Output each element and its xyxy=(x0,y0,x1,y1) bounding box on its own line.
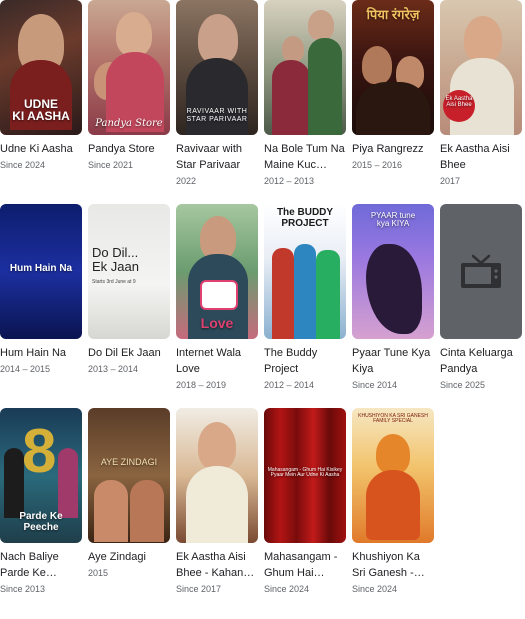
poster-title-text: KHUSHIYON KA SRI GANESH FAMILY SPECIAL xyxy=(358,413,428,425)
show-title[interactable]: Mahasangam - Ghum Hai… xyxy=(264,549,346,581)
poster-placeholder[interactable] xyxy=(440,204,522,339)
show-title[interactable]: Nach Baliye Parde Ke… xyxy=(0,549,82,581)
poster-title-text: AYE ZINDAGI xyxy=(100,457,158,467)
show-title[interactable]: Ek Aastha Aisi Bhee xyxy=(440,141,522,173)
poster-image[interactable]: Pandya Store xyxy=(88,0,170,135)
poster-title-text: Do Dil... Ek Jaan xyxy=(92,245,139,274)
show-card-mahasangam[interactable]: Mahasangam - Ghum Hai Kisikey Pyaar Mein… xyxy=(264,408,346,595)
show-grid: UDNE KI AASHA Udne Ki Aasha Since 2024 P… xyxy=(0,0,525,619)
show-card-cinta-keluarga-pandya[interactable]: Cinta Keluarga Pandya Since 2025 xyxy=(440,204,522,391)
show-card-piya-rangrezz[interactable]: पिया रंगरेज़ Piya Rangrezz 2015 – 2016 xyxy=(352,0,434,171)
show-card-ek-aastha-kahani[interactable]: Ek Aastha Aisi Bhee - Kahan… Since 2017 xyxy=(176,408,258,595)
poster-title-text: Pandya Store xyxy=(95,117,163,129)
show-year: Since 2024 xyxy=(264,584,310,594)
show-year: Since 2024 xyxy=(352,584,398,594)
poster-image[interactable]: The BUDDY PROJECT xyxy=(264,204,346,339)
poster-title-text: Love xyxy=(200,315,234,331)
show-title[interactable]: Pandya Store xyxy=(88,141,170,157)
show-year: Since 2021 xyxy=(88,160,134,170)
show-card-aye-zindagi[interactable]: AYE ZINDAGI Aye Zindagi 2015 xyxy=(88,408,170,579)
show-title[interactable]: Udne Ki Aasha xyxy=(0,141,82,157)
poster-image[interactable]: Do Dil... Ek Jaan Starts 3rd June at 9 xyxy=(88,204,170,339)
show-card-ek-aastha-aisi-bhee[interactable]: Ek Aastha Aisi Bhee Ek Aastha Aisi Bhee … xyxy=(440,0,522,187)
poster-title-text: Parde Ke Peeche xyxy=(19,511,63,533)
show-card-the-buddy-project[interactable]: The BUDDY PROJECT The Buddy Project 2012… xyxy=(264,204,346,391)
poster-image[interactable]: UDNE KI AASHA xyxy=(0,0,82,135)
show-title[interactable]: Ravivaar with Star Parivaar xyxy=(176,141,258,173)
poster-title-text: Ek Aastha Aisi Bhee xyxy=(445,96,473,109)
show-year: 2017 xyxy=(440,176,461,186)
poster-image[interactable]: KHUSHIYON KA SRI GANESH FAMILY SPECIAL xyxy=(352,408,434,543)
poster-title-text: Hum Hain Na xyxy=(9,263,73,274)
show-title[interactable]: Hum Hain Na xyxy=(0,345,82,361)
poster-title-text: Mahasangam - Ghum Hai Kisikey Pyaar Mein… xyxy=(267,467,343,479)
poster-image[interactable] xyxy=(176,408,258,543)
poster-image[interactable]: Mahasangam - Ghum Hai Kisikey Pyaar Mein… xyxy=(264,408,346,543)
show-card-do-dil-ek-jaan[interactable]: Do Dil... Ek Jaan Starts 3rd June at 9 D… xyxy=(88,204,170,375)
show-card-pandya-store[interactable]: Pandya Store Pandya Store Since 2021 xyxy=(88,0,170,171)
poster-image[interactable]: PYAAR tune kya KIYA xyxy=(352,204,434,339)
show-year: 2013 – 2014 xyxy=(88,364,139,374)
show-card-nach-baliye[interactable]: 8 Parde Ke Peeche Nach Baliye Parde Ke… … xyxy=(0,408,82,595)
show-year: 2012 – 2014 xyxy=(264,380,315,390)
show-title[interactable]: Aye Zindagi xyxy=(88,549,170,565)
poster-image[interactable]: 8 Parde Ke Peeche xyxy=(0,408,82,543)
show-year: Since 2017 xyxy=(176,584,222,594)
poster-title-text: PYAAR tune kya KIYA xyxy=(370,211,416,229)
tv-icon xyxy=(461,254,501,288)
poster-image[interactable]: पिया रंगरेज़ xyxy=(352,0,434,135)
poster-image[interactable]: Love xyxy=(176,204,258,339)
show-card-na-bole-tum[interactable]: Na Bole Tum Na Maine Kuc… 2012 – 2013 xyxy=(264,0,346,187)
show-card-ravivaar[interactable]: RAVIVAAR WITH STAR PARIVAAR Ravivaar wit… xyxy=(176,0,258,187)
show-title[interactable]: Internet Wala Love xyxy=(176,345,258,377)
show-card-hum-hain-na[interactable]: Hum Hain Na Hum Hain Na 2014 – 2015 xyxy=(0,204,82,375)
show-title[interactable]: Cinta Keluarga Pandya xyxy=(440,345,522,377)
show-title[interactable]: The Buddy Project xyxy=(264,345,346,377)
show-title[interactable]: Na Bole Tum Na Maine Kuc… xyxy=(264,141,346,173)
poster-subtext: Starts 3rd June at 9 xyxy=(92,279,136,285)
poster-image[interactable]: Hum Hain Na xyxy=(0,204,82,339)
show-year: Since 2013 xyxy=(0,584,46,594)
poster-title-text: RAVIVAAR WITH STAR PARIVAAR xyxy=(186,108,248,123)
show-year: 2014 – 2015 xyxy=(0,364,51,374)
show-card-khushiyon-ka-sri-ganesh[interactable]: KHUSHIYON KA SRI GANESH FAMILY SPECIAL K… xyxy=(352,408,434,595)
show-title[interactable]: Do Dil Ek Jaan xyxy=(88,345,170,361)
show-title[interactable]: Khushiyon Ka Sri Ganesh -… xyxy=(352,549,434,581)
poster-title-text: UDNE KI AASHA xyxy=(12,96,70,124)
show-title[interactable]: Pyaar Tune Kya Kiya xyxy=(352,345,434,377)
show-year: 2012 – 2013 xyxy=(264,176,315,186)
show-year: 2015 – 2016 xyxy=(352,160,403,170)
show-year: Since 2014 xyxy=(352,380,398,390)
show-card-pyaar-tune-kya-kiya[interactable]: PYAAR tune kya KIYA Pyaar Tune Kya Kiya … xyxy=(352,204,434,391)
show-card-internet-wala-love[interactable]: Love Internet Wala Love 2018 – 2019 xyxy=(176,204,258,391)
poster-title-text: पिया रंगरेज़ xyxy=(366,7,420,22)
poster-image[interactable]: RAVIVAAR WITH STAR PARIVAAR xyxy=(176,0,258,135)
show-year: 2018 – 2019 xyxy=(176,380,227,390)
show-year: 2022 xyxy=(176,176,197,186)
show-title[interactable]: Ek Aastha Aisi Bhee - Kahan… xyxy=(176,549,258,581)
poster-image[interactable] xyxy=(264,0,346,135)
poster-title-text: The BUDDY PROJECT xyxy=(276,207,334,229)
show-title[interactable]: Piya Rangrezz xyxy=(352,141,434,157)
show-year: Since 2025 xyxy=(440,380,486,390)
show-year: 2015 xyxy=(88,568,109,578)
show-card-udne-ki-aasha[interactable]: UDNE KI AASHA Udne Ki Aasha Since 2024 xyxy=(0,0,82,171)
poster-image[interactable]: AYE ZINDAGI xyxy=(88,408,170,543)
show-year: Since 2024 xyxy=(0,160,46,170)
poster-image[interactable]: Ek Aastha Aisi Bhee xyxy=(440,0,522,135)
